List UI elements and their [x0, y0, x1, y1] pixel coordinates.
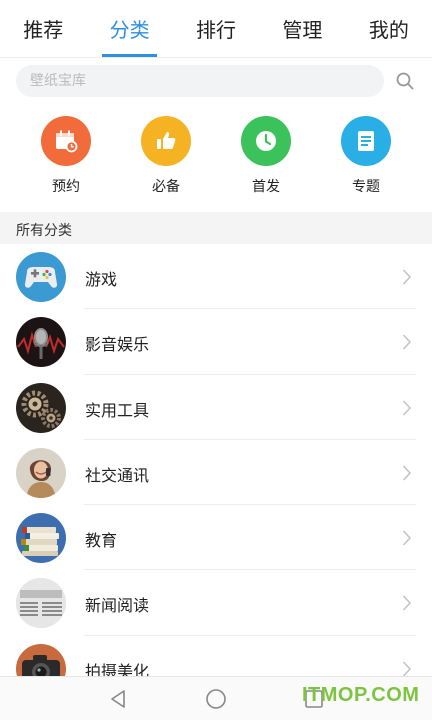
- chevron-right-icon: [402, 400, 412, 416]
- quick-reserve-label: 预约: [52, 179, 80, 195]
- category-label: 社交通讯: [85, 465, 150, 485]
- section-title: 所有分类: [16, 223, 72, 239]
- thumbs-up-icon: [141, 116, 191, 166]
- chevron-right-icon: [402, 530, 412, 546]
- chevron-right-icon: [402, 595, 412, 612]
- person-phone-icon: [16, 447, 66, 498]
- category-row-education[interactable]: 教育: [0, 505, 432, 571]
- back-icon[interactable]: [106, 687, 130, 711]
- chevron-right-icon: [402, 334, 412, 350]
- top-tab-bar: 推荐 分类 排行 管理 我的: [0, 0, 432, 58]
- category-label: 影音娱乐: [85, 335, 150, 355]
- category-row-social[interactable]: 社交通讯: [0, 440, 432, 506]
- tab-category[interactable]: 分类: [86, 0, 172, 57]
- category-row-news[interactable]: 新闻阅读: [0, 570, 432, 636]
- category-label: 教育: [85, 531, 118, 551]
- gamepad-icon: [16, 252, 66, 302]
- quick-essential[interactable]: 必备: [126, 116, 206, 196]
- category-label: 新闻阅读: [85, 596, 150, 616]
- home-icon[interactable]: [204, 687, 228, 711]
- document-icon: [341, 116, 391, 166]
- quick-essential-label: 必备: [152, 179, 180, 195]
- clock-icon: [241, 116, 291, 166]
- category-row-media[interactable]: 影音娱乐: [0, 309, 432, 375]
- quick-entries: 预约 必备 首发 专题: [0, 116, 432, 208]
- quick-topic-label: 专题: [352, 179, 380, 195]
- tab-manage[interactable]: 管理: [259, 0, 345, 57]
- gears-icon: [16, 382, 66, 433]
- quick-debut-label: 首发: [252, 179, 280, 195]
- category-row-tools[interactable]: 实用工具: [0, 375, 432, 440]
- quick-debut[interactable]: 首发: [226, 116, 306, 196]
- quick-topic[interactable]: 专题: [326, 116, 406, 196]
- search-icon[interactable]: [396, 72, 414, 90]
- tab-mine[interactable]: 我的: [346, 0, 432, 57]
- calendar-clock-icon: [41, 116, 91, 166]
- chevron-right-icon: [402, 465, 412, 481]
- tab-ranking[interactable]: 排行: [173, 0, 259, 57]
- search-input[interactable]: [16, 65, 384, 97]
- chevron-right-icon: [402, 269, 412, 285]
- quick-reserve[interactable]: 预约: [26, 116, 106, 196]
- section-header: 所有分类: [0, 212, 432, 244]
- category-list: 游戏 影音娱乐 实用工具 社交通讯 教育 新闻阅读 拍摄美化: [0, 244, 432, 701]
- tab-recommend[interactable]: 推荐: [0, 0, 86, 57]
- category-label: 实用工具: [85, 400, 150, 420]
- watermark-logo: ITMOP.COM: [302, 684, 420, 706]
- category-label: 游戏: [85, 270, 118, 289]
- newspaper-icon: [16, 578, 66, 629]
- search-bar: [0, 62, 432, 102]
- microphone-icon: [16, 317, 66, 368]
- category-row-games[interactable]: 游戏: [0, 244, 432, 310]
- books-icon: [16, 513, 66, 564]
